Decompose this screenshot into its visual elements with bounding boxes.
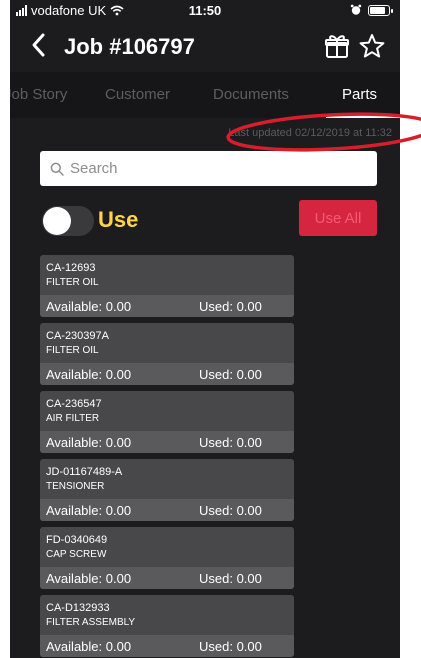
part-name: FILTER OIL	[46, 277, 99, 288]
part-name: FILTER OIL	[46, 345, 99, 356]
tab-parts[interactable]: Parts	[342, 86, 377, 103]
active-tab-indicator	[326, 115, 400, 118]
gift-icon[interactable]	[323, 32, 351, 60]
tab-documents[interactable]: Documents	[213, 86, 289, 103]
search-icon	[50, 162, 64, 176]
parts-list: CA-12693 FILTER OIL Available: 0.00 Used…	[40, 255, 294, 658]
part-stats-row: Available: 0.00 Used: 0.00	[40, 363, 294, 385]
part-code: CA-236547	[46, 398, 102, 410]
part-name: AIR FILTER	[46, 413, 100, 424]
last-updated-text: Last updated 02/12/2019 at 11:32	[228, 127, 392, 139]
phone-screen: vodafone UK 11:50 Job #106797 Job Story …	[10, 0, 400, 658]
part-available: Available: 0.00	[46, 571, 132, 586]
status-bar: vodafone UK 11:50	[10, 0, 400, 22]
part-name: FILTER ASSEMBLY	[46, 617, 136, 628]
part-card[interactable]: JD-01167489-A TENSIONER Available: 0.00 …	[40, 459, 294, 521]
part-code: FD-0340649	[46, 534, 108, 546]
part-stats-row: Available: 0.00 Used: 0.00	[40, 567, 294, 589]
part-card[interactable]: CA-230397A FILTER OIL Available: 0.00 Us…	[40, 323, 294, 385]
use-all-button[interactable]: Use All	[299, 200, 377, 236]
part-available: Available: 0.00	[46, 639, 132, 654]
part-code: CA-230397A	[46, 330, 109, 342]
part-card[interactable]: CA-236547 AIR FILTER Available: 0.00 Use…	[40, 391, 294, 453]
part-code: CA-12693	[46, 262, 96, 274]
part-card[interactable]: CA-12693 FILTER OIL Available: 0.00 Used…	[40, 255, 294, 317]
part-used: Used: 0.00	[199, 299, 262, 314]
nav-header: Job #106797	[10, 24, 400, 70]
part-available: Available: 0.00	[46, 299, 132, 314]
part-used: Used: 0.00	[199, 503, 262, 518]
page-title: Job #106797	[64, 34, 195, 59]
part-name: CAP SCREW	[46, 549, 107, 560]
part-available: Available: 0.00	[46, 367, 132, 382]
part-card[interactable]: CA-D132933 FILTER ASSEMBLY Available: 0.…	[40, 595, 294, 657]
star-icon[interactable]	[358, 32, 386, 60]
part-used: Used: 0.00	[199, 367, 262, 382]
part-used: Used: 0.00	[199, 639, 262, 654]
back-chevron-icon[interactable]	[26, 30, 54, 60]
part-available: Available: 0.00	[46, 503, 132, 518]
part-available: Available: 0.00	[46, 435, 132, 450]
part-used: Used: 0.00	[199, 571, 262, 586]
part-card[interactable]: FD-0340649 CAP SCREW Available: 0.00 Use…	[40, 527, 294, 589]
part-code: JD-01167489-A	[46, 466, 123, 478]
status-right	[350, 4, 393, 16]
tab-bar: Job Story Customer Documents Parts	[10, 72, 400, 118]
search-input[interactable]	[70, 160, 350, 177]
status-time: 11:50	[188, 3, 222, 18]
alarm-icon	[350, 4, 362, 15]
battery-icon	[368, 4, 393, 16]
tab-customer[interactable]: Customer	[105, 86, 170, 103]
part-stats-row: Available: 0.00 Used: 0.00	[40, 431, 294, 453]
toggle-knob	[43, 207, 71, 235]
use-toggle[interactable]	[42, 206, 94, 236]
use-toggle-label: Use	[98, 207, 139, 232]
part-stats-row: Available: 0.00 Used: 0.00	[40, 635, 294, 657]
search-bar[interactable]	[40, 151, 377, 186]
part-code: CA-D132933	[46, 602, 110, 614]
part-stats-row: Available: 0.00 Used: 0.00	[40, 499, 294, 521]
part-used: Used: 0.00	[199, 435, 262, 450]
part-name: TENSIONER	[46, 481, 105, 492]
part-stats-row: Available: 0.00 Used: 0.00	[40, 295, 294, 317]
tab-job-story[interactable]: Job Story	[10, 86, 67, 103]
